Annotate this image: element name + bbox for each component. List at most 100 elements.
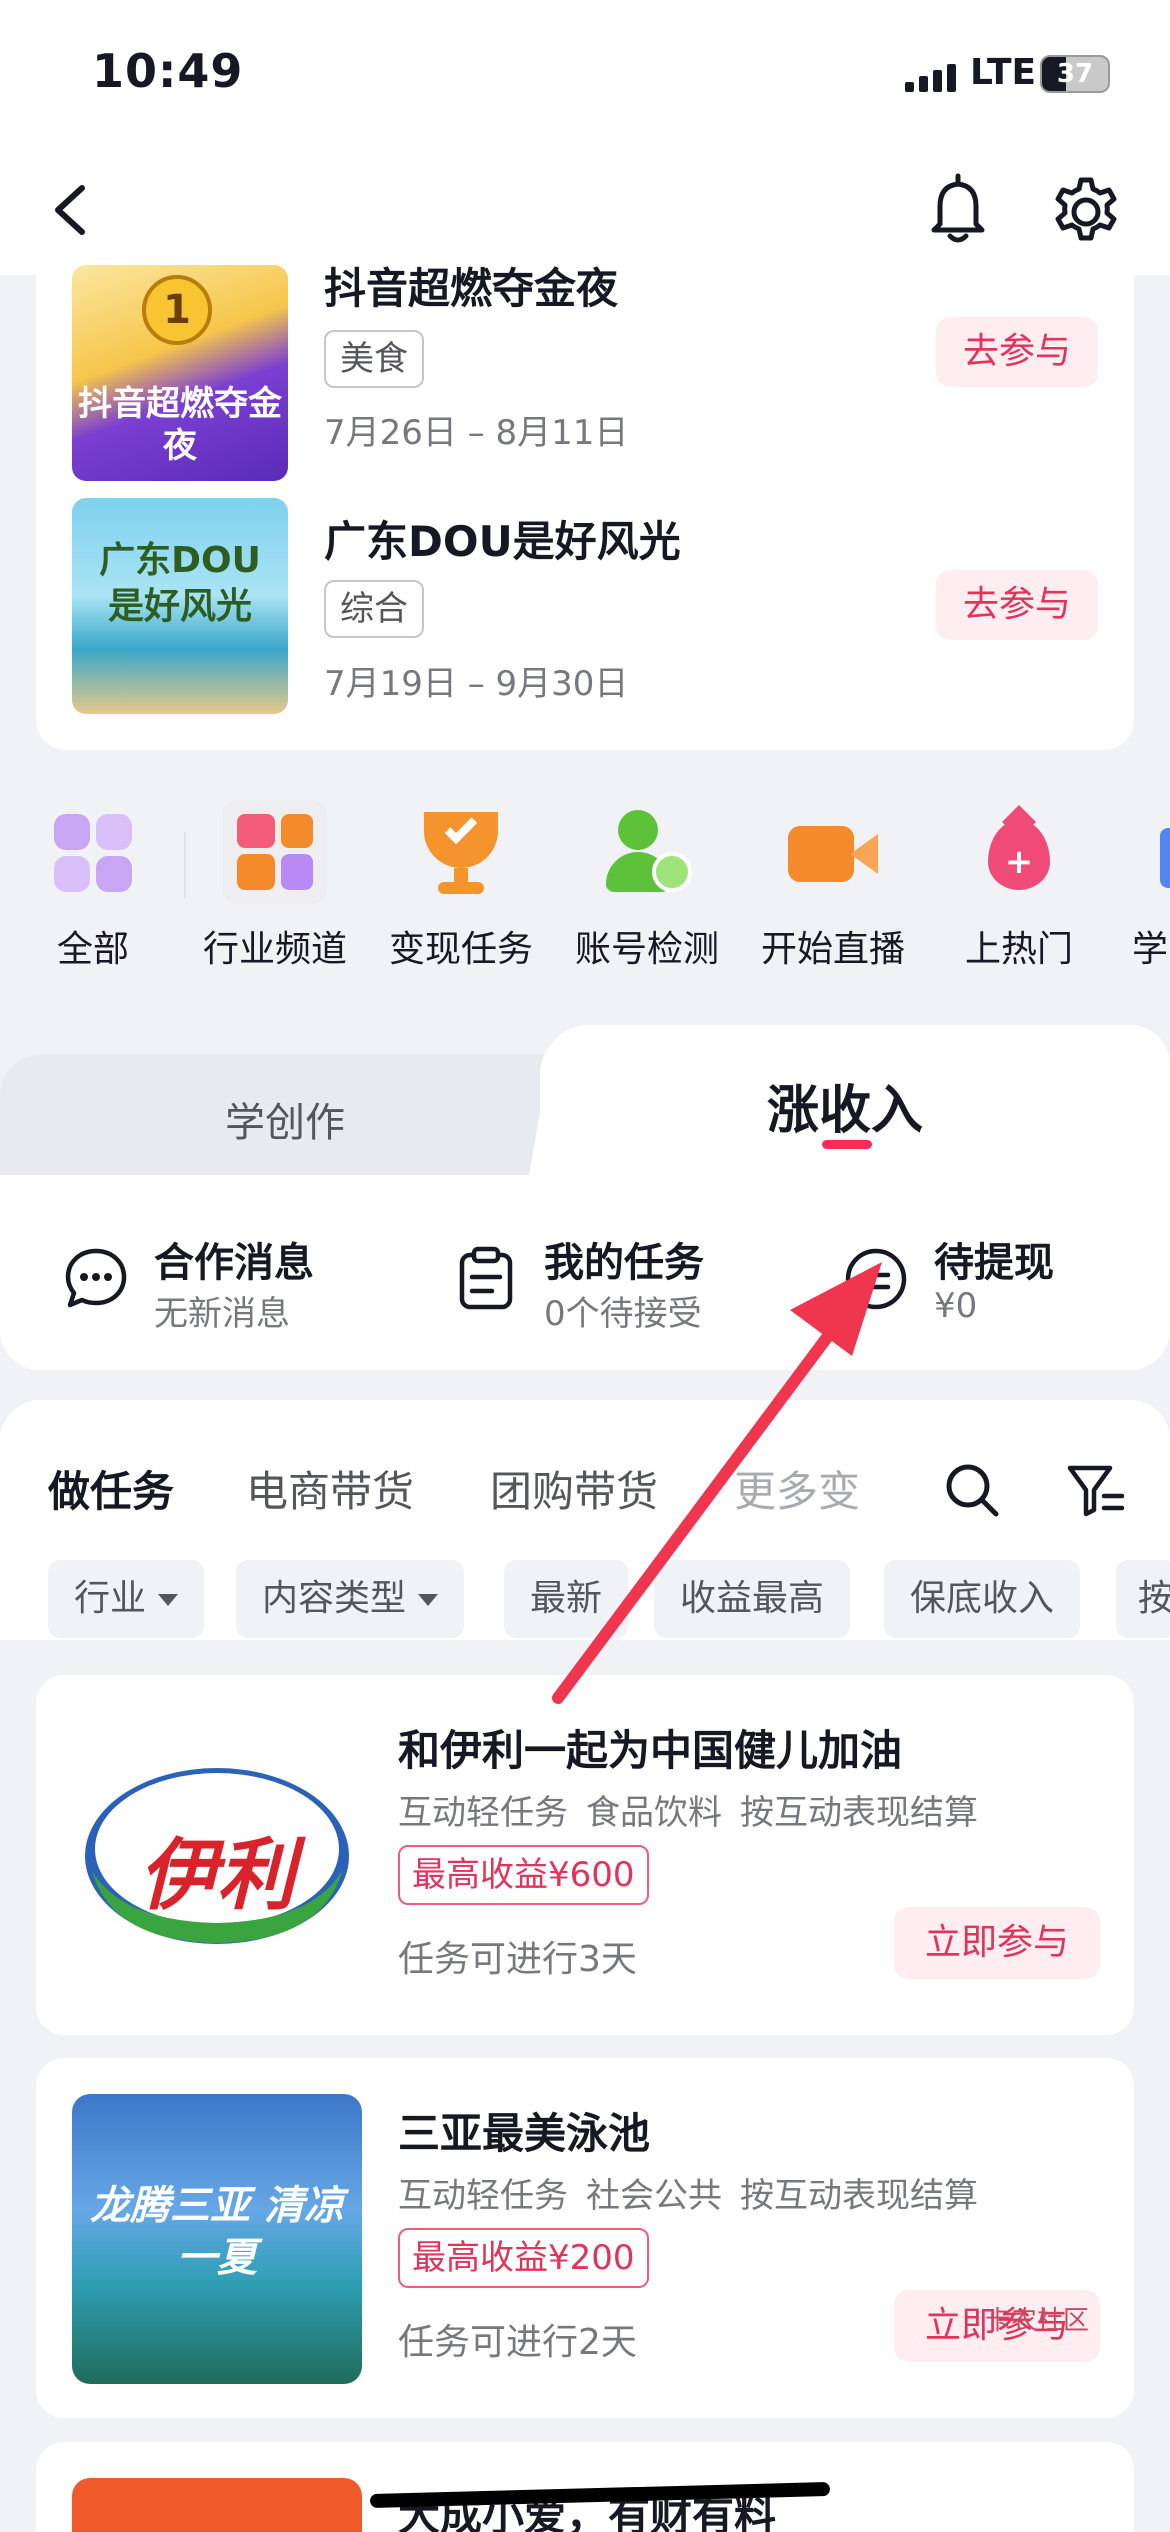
stat-title: 合作消息 <box>154 1240 314 1286</box>
bell-icon[interactable] <box>920 170 996 250</box>
task-tag: 社会公共 <box>586 2176 722 2216</box>
event-row[interactable]: 1 抖音超燃夺金夜 抖音超燃夺金夜 美食 7月26日 – 8月11日 去参与 <box>36 245 1134 481</box>
back-arrow-icon[interactable] <box>40 170 110 250</box>
chat-bubble-icon <box>65 1248 127 1308</box>
event-title: 广东DOU是好风光 <box>324 517 681 566</box>
quick-entry-label: 开始直播 <box>760 929 905 970</box>
watermark: 卡农社区 <box>985 2306 1090 2336</box>
task-card[interactable]: 大成小爱，有财有料 <box>36 2442 1134 2532</box>
clipboard-icon <box>459 1246 513 1310</box>
quick-entry-divider <box>184 832 186 898</box>
quick-entry-label: 变现任务 <box>388 929 533 970</box>
wallet-icon <box>845 1248 907 1310</box>
filter-chip-label: 按 <box>1138 1578 1170 1619</box>
task-reward-badge: 最高收益¥200 <box>398 2228 649 2288</box>
channel-icon <box>223 800 327 904</box>
tab-active-indicator <box>822 1140 872 1149</box>
filter-chip-guaranteed[interactable]: 保底收入 <box>884 1560 1081 1638</box>
tab-grow-income[interactable]: 涨收入 <box>620 1068 1070 1143</box>
task-tag: 按互动表现结算 <box>740 1793 978 1833</box>
filter-icon[interactable] <box>1066 1462 1126 1518</box>
event-date: 7月26日 – 8月11日 <box>324 413 629 453</box>
stat-subtitle: ¥0 <box>934 1286 978 1326</box>
battery-level: 37 <box>1056 59 1094 89</box>
event-thumbnail: 1 抖音超燃夺金夜 <box>72 265 288 481</box>
tab-learn-create[interactable]: 学创作 <box>0 1090 570 1148</box>
task-card[interactable]: 龙腾三亚 清凉一夏 三亚最美泳池 互动轻任务 社会公共 按互动表现结算 最高收益¥2… <box>36 2058 1134 2418</box>
event-thumbnail-text: 广东DOU是好风光 <box>99 540 261 627</box>
filter-chip-latest[interactable]: 最新 <box>504 1560 629 1638</box>
battery-icon: 37 <box>1040 55 1110 93</box>
hot-drop-icon: + <box>974 805 1064 898</box>
task-duration: 任务可进行3天 <box>398 1939 637 1980</box>
stat-subtitle: 0个待接受 <box>544 1294 702 1334</box>
task-thumbnail-text: 龙腾三亚 清凉一夏 <box>90 2183 344 2281</box>
task-thumbnail <box>72 2478 362 2532</box>
quick-entry-learn[interactable]: 学 <box>1120 800 1170 972</box>
quick-entry-account-check[interactable]: 账号检测 <box>562 800 732 972</box>
chevron-down-icon <box>418 1594 439 1606</box>
task-tab-do-task[interactable]: 做任务 <box>48 1458 174 1519</box>
task-tag: 互动轻任务 <box>398 2176 568 2216</box>
event-tag: 美食 <box>324 330 424 388</box>
chevron-down-icon <box>158 1594 179 1606</box>
task-reward-badge: 最高收益¥600 <box>398 1845 649 1905</box>
quick-entry-hot[interactable]: + 上热门 <box>934 800 1104 972</box>
filter-chip-label: 内容类型 <box>262 1578 407 1619</box>
account-check-icon <box>602 808 692 898</box>
task-thumbnail: 伊利 <box>72 1711 362 2001</box>
event-thumbnail: 广东DOU是好风光 <box>72 498 288 714</box>
filter-chip-content-type[interactable]: 内容类型 <box>236 1560 465 1638</box>
task-tags: 互动轻任务 食品饮料 按互动表现结算 <box>398 1785 996 1834</box>
event-title: 抖音超燃夺金夜 <box>324 264 619 313</box>
quick-entry-row: 全部 行业频道 变现任务 账号检测 开始直播 + 上热门 学 <box>0 800 1170 970</box>
quick-entry-live[interactable]: 开始直播 <box>748 800 918 972</box>
filter-chip-highest-income[interactable]: 收益最高 <box>654 1560 851 1638</box>
quick-entry-label: 行业频道 <box>202 929 347 970</box>
video-camera-icon <box>788 808 878 898</box>
quick-entry-channel[interactable]: 行业频道 <box>190 800 360 972</box>
task-tag: 互动轻任务 <box>398 1793 568 1833</box>
join-event-button[interactable]: 去参与 <box>936 317 1098 387</box>
filter-chip-industry[interactable]: 行业 <box>48 1560 205 1638</box>
trophy-icon <box>416 808 506 898</box>
join-event-button[interactable]: 去参与 <box>936 570 1098 640</box>
search-icon[interactable] <box>942 1460 1002 1520</box>
grid-icon <box>48 808 138 898</box>
task-tab-more[interactable]: 更多变 <box>734 1458 860 1519</box>
gear-icon[interactable] <box>1046 172 1126 252</box>
stat-subtitle: 无新消息 <box>154 1294 290 1334</box>
filter-chip-label: 保底收入 <box>910 1578 1055 1619</box>
task-duration: 任务可进行2天 <box>398 2322 637 2363</box>
signal-icon <box>905 62 957 92</box>
task-title: 三亚最美泳池 <box>398 2109 651 2158</box>
learn-icon <box>1160 808 1170 898</box>
task-thumbnail: 龙腾三亚 清凉一夏 <box>72 2094 362 2384</box>
task-title: 和伊利一起为中国健儿加油 <box>398 1726 903 1775</box>
event-row[interactable]: 广东DOU是好风光 广东DOU是好风光 综合 7月19日 – 9月30日 去参与 <box>36 480 1134 714</box>
filter-chip-label: 收益最高 <box>680 1578 825 1619</box>
quick-entry-monetize[interactable]: 变现任务 <box>376 800 546 972</box>
event-tag: 综合 <box>324 580 424 638</box>
quick-entry-label: 学 <box>1132 929 1169 970</box>
quick-entry-label: 全部 <box>56 929 129 970</box>
task-tab-ecommerce[interactable]: 电商带货 <box>246 1458 414 1519</box>
task-tags: 互动轻任务 社会公共 按互动表现结算 <box>398 2168 996 2217</box>
brand-logo-text: 伊利 <box>138 1831 295 1921</box>
filter-chip-label: 行业 <box>74 1578 147 1619</box>
join-task-button[interactable]: 立即参与 <box>894 1907 1100 1979</box>
quick-entry-label: 上热门 <box>964 929 1073 970</box>
event-thumbnail-text: 抖音超燃夺金夜 <box>78 384 282 466</box>
stat-title: 待提现 <box>934 1240 1054 1286</box>
network-label: LTE <box>970 52 1037 93</box>
quick-entry-label: 账号检测 <box>574 929 719 970</box>
task-tab-group-buy[interactable]: 团购带货 <box>490 1458 658 1519</box>
stat-title: 我的任务 <box>544 1240 704 1286</box>
quick-entry-all[interactable]: 全部 <box>8 800 178 972</box>
status-time: 10:49 <box>92 44 244 98</box>
task-tag: 食品饮料 <box>586 1793 722 1833</box>
filter-chip-label: 最新 <box>530 1578 603 1619</box>
task-tag: 按互动表现结算 <box>740 2176 978 2216</box>
task-card[interactable]: 伊利 和伊利一起为中国健儿加油 互动轻任务 食品饮料 按互动表现结算 最高收益¥60… <box>36 1675 1134 2035</box>
filter-chip-more[interactable]: 按 <box>1116 1560 1170 1638</box>
